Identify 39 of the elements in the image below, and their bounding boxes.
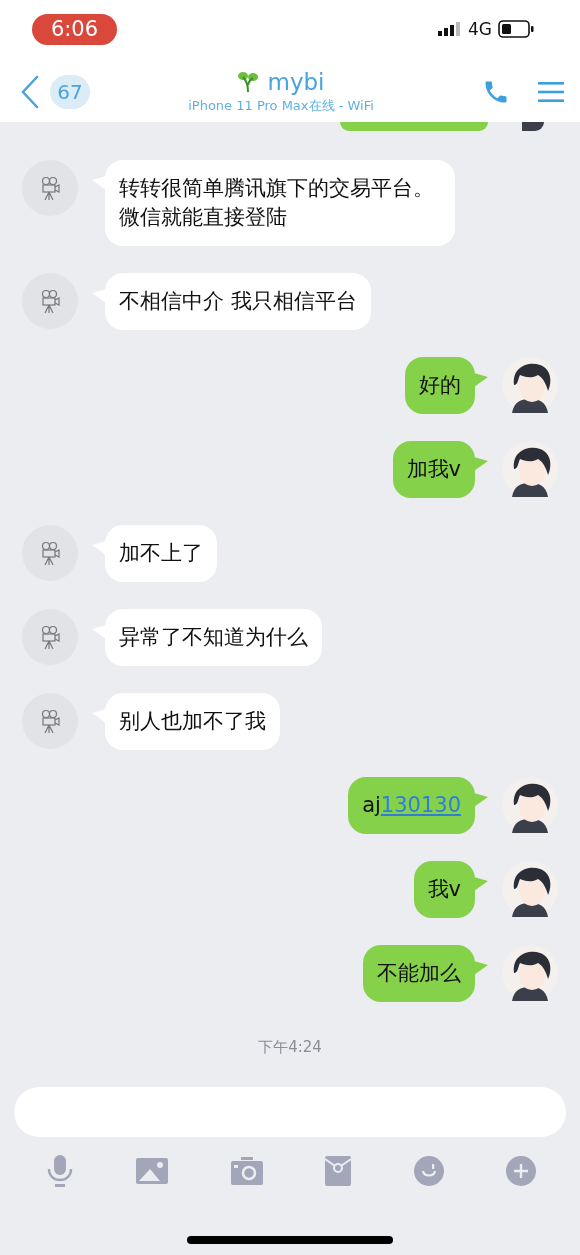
signal-icon <box>438 22 462 36</box>
bubble-tail <box>474 877 488 891</box>
sprout-icon <box>237 71 260 93</box>
unread-count-badge[interactable]: 67 <box>50 75 90 109</box>
person-avatar <box>502 945 558 1001</box>
camera-icon[interactable] <box>230 1157 263 1185</box>
timestamp: 下午4:24 <box>258 1038 322 1057</box>
message-bubble: 异常了不知道为什么 <box>105 609 322 666</box>
image-icon[interactable] <box>136 1158 169 1184</box>
person-avatar <box>502 861 558 917</box>
bubble-tail <box>474 373 488 387</box>
person-avatar <box>502 441 558 497</box>
message-bubble: 转转很简单腾讯旗下的交易平台。微信就能直接登陆 <box>105 160 455 246</box>
cut-off-avatar <box>522 122 544 131</box>
plus-circle-icon[interactable] <box>505 1156 536 1186</box>
menu-icon[interactable] <box>538 81 564 103</box>
message-bubble: aj130130 <box>348 777 475 834</box>
time-text: 6:06 <box>32 13 117 45</box>
back-icon[interactable] <box>20 75 40 109</box>
bubble-tail <box>474 961 488 975</box>
person-avatar <box>502 777 558 833</box>
envelope-icon[interactable] <box>325 1156 352 1186</box>
message-bubble: 不相信中介 我只相信平台 <box>105 273 371 330</box>
emoji-icon[interactable] <box>413 1156 444 1186</box>
person-avatar <box>502 357 558 413</box>
online-status-text: iPhone 11 Pro Max在线 - WiFi <box>188 97 374 115</box>
message-bubble: 加我v <box>392 441 475 498</box>
message-bubble: 别人也加不了我 <box>105 693 280 750</box>
bubble-tail <box>474 793 488 807</box>
link[interactable]: 130130 <box>380 793 461 817</box>
message-bubble: 不能加么 <box>363 945 475 1002</box>
bubble-tail <box>474 457 488 471</box>
battery-icon <box>498 20 534 38</box>
microphone-icon[interactable] <box>46 1154 74 1188</box>
network-text: 4G <box>468 19 492 39</box>
message-bubble: 加不上了 <box>105 525 217 582</box>
contact-name: mybi <box>267 69 325 95</box>
message-bubble: 好的 <box>405 357 475 414</box>
message-bubble: 我v <box>413 861 475 918</box>
